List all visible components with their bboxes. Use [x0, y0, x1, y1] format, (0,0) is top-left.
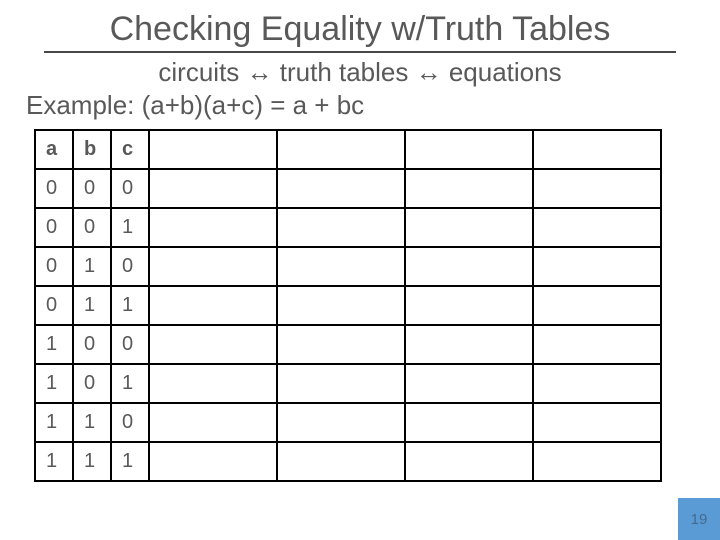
cell [277, 247, 405, 286]
cell: 0 [35, 247, 73, 286]
cell: 0 [73, 325, 111, 364]
table-row: 1 1 0 [35, 403, 661, 442]
cell [405, 286, 533, 325]
cell [149, 325, 277, 364]
cell: 1 [35, 364, 73, 403]
slide: Checking Equality w/Truth Tables circuit… [0, 0, 720, 540]
table-row: 1 0 0 [35, 325, 661, 364]
cell: 1 [35, 325, 73, 364]
example-text: Example: (a+b)(a+c) = a + bc [26, 90, 696, 121]
cell: 1 [73, 403, 111, 442]
table-header-row: a b c [35, 130, 661, 169]
cell [277, 169, 405, 208]
cell: 0 [35, 169, 73, 208]
table-row: 0 1 1 [35, 286, 661, 325]
cell [277, 286, 405, 325]
cell [533, 247, 661, 286]
cell: 0 [35, 208, 73, 247]
col-header: c [111, 130, 149, 169]
cell [149, 169, 277, 208]
cell: 0 [73, 208, 111, 247]
cell [405, 442, 533, 481]
cell [149, 286, 277, 325]
cell [405, 325, 533, 364]
cell: 1 [73, 286, 111, 325]
cell [533, 169, 661, 208]
cell: 1 [35, 403, 73, 442]
cell: 1 [111, 442, 149, 481]
cell [533, 364, 661, 403]
table-row: 1 1 1 [35, 442, 661, 481]
cell [533, 442, 661, 481]
cell [277, 325, 405, 364]
slide-title: Checking Equality w/Truth Tables [24, 10, 696, 49]
cell [405, 403, 533, 442]
cell [533, 325, 661, 364]
cell [149, 247, 277, 286]
cell: 1 [111, 286, 149, 325]
cell: 0 [73, 364, 111, 403]
table-row: 1 0 1 [35, 364, 661, 403]
table-body: 0 0 0 0 0 1 0 1 0 [35, 169, 661, 481]
col-header [149, 130, 277, 169]
cell: 0 [111, 247, 149, 286]
cell: 1 [111, 208, 149, 247]
cell [277, 208, 405, 247]
table-row: 0 0 0 [35, 169, 661, 208]
truth-table: a b c 0 0 0 0 0 1 [34, 129, 662, 482]
cell [277, 442, 405, 481]
cell: 1 [73, 247, 111, 286]
cell [149, 208, 277, 247]
cell [277, 403, 405, 442]
cell [277, 364, 405, 403]
cell: 0 [111, 325, 149, 364]
cell [533, 403, 661, 442]
cell: 0 [73, 169, 111, 208]
page-number: 19 [678, 498, 720, 540]
col-header [405, 130, 533, 169]
col-header: a [35, 130, 73, 169]
cell: 1 [35, 442, 73, 481]
table-row: 0 1 0 [35, 247, 661, 286]
col-header [277, 130, 405, 169]
title-underline [44, 51, 676, 53]
cell [149, 403, 277, 442]
cell [533, 286, 661, 325]
cell [149, 442, 277, 481]
table-row: 0 0 1 [35, 208, 661, 247]
cell: 1 [111, 364, 149, 403]
cell: 0 [35, 286, 73, 325]
cell [405, 169, 533, 208]
cell [533, 208, 661, 247]
col-header: b [73, 130, 111, 169]
cell [405, 364, 533, 403]
col-header [533, 130, 661, 169]
cell: 1 [73, 442, 111, 481]
cell [405, 208, 533, 247]
cell [405, 247, 533, 286]
cell: 0 [111, 403, 149, 442]
cell [149, 364, 277, 403]
cell: 0 [111, 169, 149, 208]
slide-subtitle: circuits ↔ truth tables ↔ equations [24, 57, 696, 88]
